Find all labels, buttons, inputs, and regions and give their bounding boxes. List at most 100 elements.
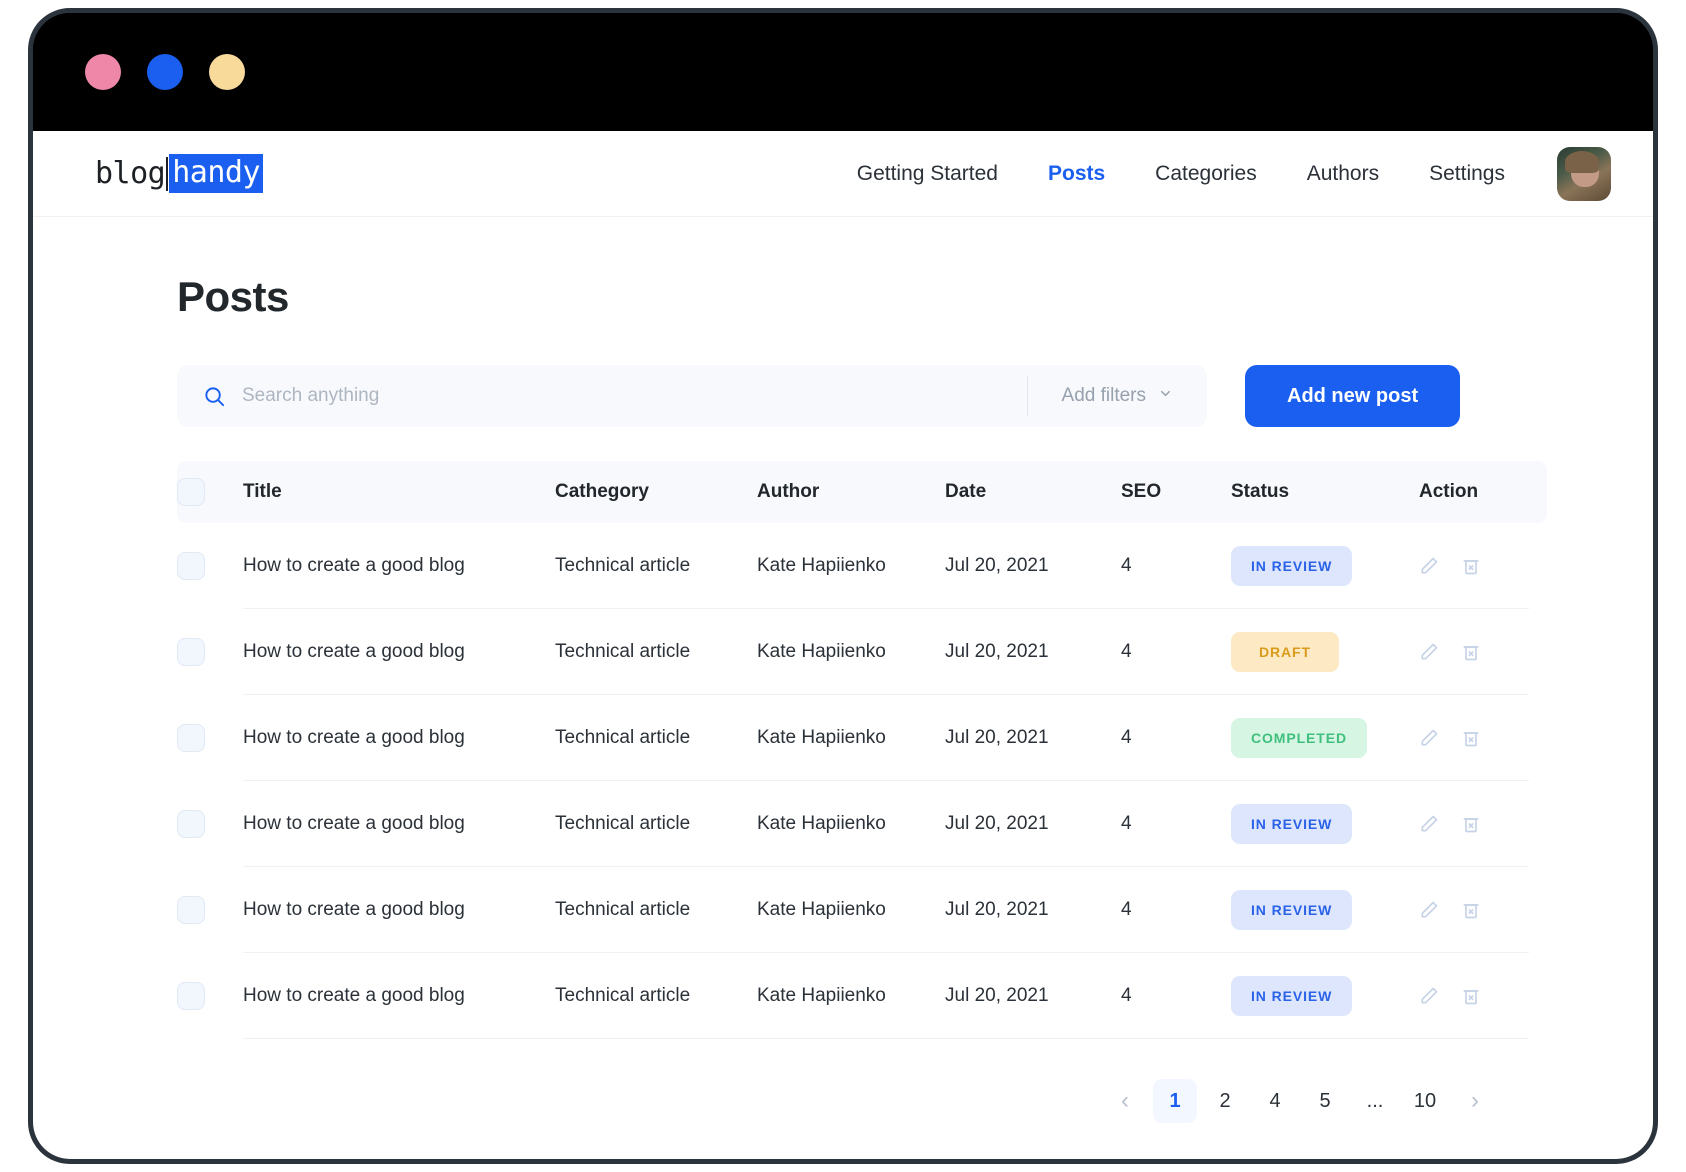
table-body: How to create a good blogTechnical artic… <box>177 523 1547 1039</box>
table-row[interactable]: How to create a good blogTechnical artic… <box>177 695 1547 781</box>
search-input[interactable] <box>226 385 1019 407</box>
cell-category: Technical article <box>555 727 757 749</box>
add-filters-button[interactable]: Add filters <box>1028 385 1207 407</box>
column-header-category[interactable]: Cathegory <box>555 481 757 503</box>
table-header-row: Title Cathegory Author Date SEO Status A… <box>177 461 1547 523</box>
cell-status: DRAFT <box>1231 632 1419 672</box>
cell-status: IN REVIEW <box>1231 546 1419 586</box>
cell-category: Technical article <box>555 985 757 1007</box>
row-select-cell <box>177 552 243 580</box>
table-row[interactable]: How to create a good blogTechnical artic… <box>177 781 1547 867</box>
pagination-next[interactable]: › <box>1453 1079 1497 1123</box>
cell-status: IN REVIEW <box>1231 976 1419 1016</box>
cell-seo: 4 <box>1121 899 1231 921</box>
nav-item-settings[interactable]: Settings <box>1429 162 1505 186</box>
table-row[interactable]: How to create a good blogTechnical artic… <box>177 523 1547 609</box>
column-header-seo[interactable]: SEO <box>1121 481 1231 503</box>
cell-date: Jul 20, 2021 <box>945 727 1121 749</box>
row-checkbox[interactable] <box>177 982 205 1010</box>
cell-date: Jul 20, 2021 <box>945 813 1121 835</box>
pencil-icon[interactable] <box>1419 900 1439 920</box>
row-checkbox[interactable] <box>177 552 205 580</box>
cell-category: Technical article <box>555 641 757 663</box>
text-cursor-icon <box>166 157 168 191</box>
minimize-dot[interactable] <box>147 54 183 90</box>
search-bar[interactable]: Add filters <box>177 365 1207 427</box>
trash-icon[interactable] <box>1461 556 1481 576</box>
status-badge: IN REVIEW <box>1231 890 1352 930</box>
pagination-prev[interactable]: ‹ <box>1103 1079 1147 1123</box>
pencil-icon[interactable] <box>1419 556 1439 576</box>
cell-date: Jul 20, 2021 <box>945 985 1121 1007</box>
cell-seo: 4 <box>1121 727 1231 749</box>
trash-icon[interactable] <box>1461 814 1481 834</box>
select-all-cell <box>177 478 243 506</box>
status-badge: IN REVIEW <box>1231 804 1352 844</box>
pagination-page-1[interactable]: 1 <box>1153 1079 1197 1123</box>
maximize-dot[interactable] <box>209 54 245 90</box>
trash-icon[interactable] <box>1461 728 1481 748</box>
row-checkbox[interactable] <box>177 810 205 838</box>
status-badge: DRAFT <box>1231 632 1339 672</box>
pencil-icon[interactable] <box>1419 814 1439 834</box>
status-badge: IN REVIEW <box>1231 546 1352 586</box>
pagination-page-10[interactable]: 10 <box>1403 1079 1447 1123</box>
row-checkbox[interactable] <box>177 638 205 666</box>
cell-seo: 4 <box>1121 555 1231 577</box>
nav-item-categories[interactable]: Categories <box>1155 162 1257 186</box>
nav-item-posts[interactable]: Posts <box>1048 162 1105 186</box>
table-row[interactable]: How to create a good blogTechnical artic… <box>177 609 1547 695</box>
table-row[interactable]: How to create a good blogTechnical artic… <box>177 953 1547 1039</box>
column-header-author[interactable]: Author <box>757 481 945 503</box>
cell-date: Jul 20, 2021 <box>945 555 1121 577</box>
cell-title: How to create a good blog <box>243 899 555 921</box>
pencil-icon[interactable] <box>1419 642 1439 662</box>
cell-seo: 4 <box>1121 813 1231 835</box>
cell-author: Kate Hapiienko <box>757 985 945 1007</box>
cell-action <box>1419 986 1539 1006</box>
status-badge: COMPLETED <box>1231 718 1367 758</box>
browser-window: blog handy Getting Started Posts Categor… <box>28 8 1658 1164</box>
nav-links: Getting Started Posts Categories Authors… <box>857 162 1505 186</box>
pagination-page-5[interactable]: 5 <box>1303 1079 1347 1123</box>
pencil-icon[interactable] <box>1419 728 1439 748</box>
table-row[interactable]: How to create a good blogTechnical artic… <box>177 867 1547 953</box>
cell-category: Technical article <box>555 555 757 577</box>
cell-action <box>1419 728 1539 748</box>
posts-table: Title Cathegory Author Date SEO Status A… <box>177 461 1547 1039</box>
pencil-icon[interactable] <box>1419 986 1439 1006</box>
cell-seo: 4 <box>1121 641 1231 663</box>
add-new-post-button[interactable]: Add new post <box>1245 365 1460 427</box>
pagination-page-2[interactable]: 2 <box>1203 1079 1247 1123</box>
page-title: Posts <box>177 273 1609 321</box>
column-header-title[interactable]: Title <box>243 481 555 503</box>
nav-item-getting-started[interactable]: Getting Started <box>857 162 998 186</box>
row-select-cell <box>177 638 243 666</box>
row-checkbox[interactable] <box>177 896 205 924</box>
column-header-status[interactable]: Status <box>1231 481 1419 503</box>
cell-date: Jul 20, 2021 <box>945 641 1121 663</box>
column-header-date[interactable]: Date <box>945 481 1121 503</box>
cell-seo: 4 <box>1121 985 1231 1007</box>
pagination-ellipsis: ... <box>1353 1079 1397 1123</box>
cell-author: Kate Hapiienko <box>757 899 945 921</box>
logo-text-first: blog <box>95 156 165 191</box>
row-checkbox[interactable] <box>177 724 205 752</box>
cell-action <box>1419 814 1539 834</box>
select-all-checkbox[interactable] <box>177 478 205 506</box>
pagination-page-4[interactable]: 4 <box>1253 1079 1297 1123</box>
trash-icon[interactable] <box>1461 900 1481 920</box>
column-header-action[interactable]: Action <box>1419 481 1539 503</box>
avatar[interactable] <box>1557 147 1611 201</box>
nav-item-authors[interactable]: Authors <box>1307 162 1379 186</box>
cell-action <box>1419 642 1539 662</box>
close-dot[interactable] <box>85 54 121 90</box>
chevron-down-icon <box>1158 385 1173 407</box>
trash-icon[interactable] <box>1461 986 1481 1006</box>
window-titlebar <box>33 13 1653 131</box>
trash-icon[interactable] <box>1461 642 1481 662</box>
cell-category: Technical article <box>555 813 757 835</box>
cell-title: How to create a good blog <box>243 727 555 749</box>
cell-author: Kate Hapiienko <box>757 813 945 835</box>
app-logo[interactable]: blog handy <box>95 154 263 193</box>
